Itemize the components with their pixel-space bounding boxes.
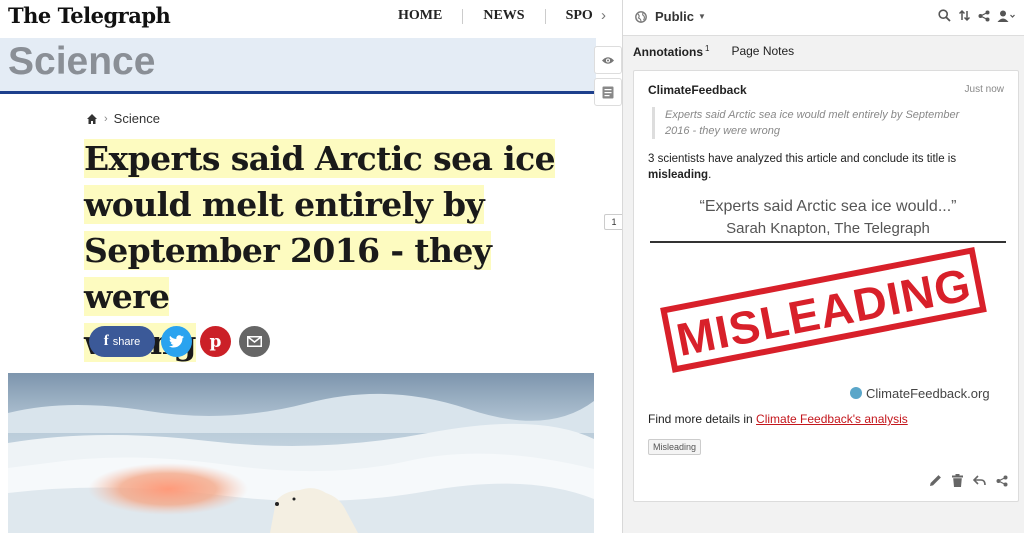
details-line: Find more details in Climate Feedback's … bbox=[648, 412, 908, 426]
section-banner: Science bbox=[0, 38, 596, 94]
nav-divider bbox=[462, 8, 464, 24]
analysis-link[interactable]: Climate Feedback's analysis bbox=[756, 412, 908, 426]
share-icon[interactable] bbox=[996, 475, 1008, 487]
annotation-quote[interactable]: Experts said Arctic sea ice would melt e… bbox=[652, 107, 982, 139]
annotation-author[interactable]: ClimateFeedback bbox=[648, 83, 747, 97]
facebook-share-button[interactable]: f share bbox=[89, 326, 155, 357]
misleading-stamp: MISLEADING bbox=[660, 246, 987, 373]
sort-icon[interactable] bbox=[958, 9, 971, 22]
group-selector[interactable]: Public ▼ bbox=[635, 9, 706, 24]
page-notes-icon bbox=[602, 86, 614, 98]
annotation-card[interactable]: ClimateFeedback Just now Experts said Ar… bbox=[633, 70, 1019, 502]
email-share-button[interactable] bbox=[239, 326, 270, 357]
sidebar-tabs: Annotations 1 Page Notes bbox=[633, 44, 816, 59]
site-header: The Telegraph HOME NEWS SPO bbox=[0, 0, 596, 38]
pinterest-share-button[interactable]: p bbox=[200, 326, 231, 357]
article-page: The Telegraph HOME NEWS SPO Science › Sc… bbox=[0, 0, 596, 533]
headline-line: would melt entirely by bbox=[84, 185, 485, 224]
chevron-down-icon: ▼ bbox=[698, 12, 706, 21]
breadcrumb: › Science bbox=[86, 111, 160, 126]
section-title[interactable]: Science bbox=[8, 40, 155, 84]
tab-label: Annotations bbox=[633, 45, 703, 59]
climate-feedback-verdict-image: “Experts said Arctic sea ice would...” S… bbox=[650, 198, 1006, 401]
facebook-share-label: share bbox=[112, 335, 141, 348]
breadcrumb-separator: › bbox=[104, 112, 108, 125]
climate-feedback-logo-icon bbox=[850, 387, 862, 399]
facebook-icon: f bbox=[103, 333, 109, 349]
image-brand: ClimateFeedback.org bbox=[866, 386, 990, 401]
polar-bear-photo bbox=[8, 373, 594, 533]
breadcrumb-item-science[interactable]: Science bbox=[114, 111, 160, 126]
annotation-sidebar: Public ▼ Annotations 1 Page Notes Climat… bbox=[622, 0, 1024, 533]
details-text: Find more details in bbox=[648, 412, 757, 426]
sidebar-toolbar: Public ▼ bbox=[623, 0, 1024, 36]
image-rule bbox=[650, 241, 1006, 243]
headline-line: September 2016 - they were bbox=[84, 231, 492, 316]
nav-divider bbox=[544, 8, 546, 24]
stamp-text: MISLEADING bbox=[672, 258, 975, 366]
globe-icon bbox=[635, 10, 647, 23]
search-icon[interactable] bbox=[938, 9, 951, 22]
annotation-body-end: . bbox=[708, 169, 712, 181]
tab-page-notes[interactable]: Page Notes bbox=[731, 44, 794, 59]
share-icon[interactable] bbox=[978, 10, 990, 22]
sidebar-toolbar-icons bbox=[931, 9, 1015, 22]
annotation-count-bucket[interactable]: 1 bbox=[604, 214, 624, 230]
annotation-body-verdict: misleading bbox=[648, 169, 709, 181]
twitter-share-button[interactable] bbox=[161, 326, 192, 357]
nav-item-news[interactable]: NEWS bbox=[483, 8, 524, 24]
new-page-note-button[interactable] bbox=[594, 78, 622, 106]
social-share-bar: f share p bbox=[89, 326, 278, 357]
main-nav: HOME NEWS SPO bbox=[398, 8, 593, 24]
toggle-highlights-button[interactable] bbox=[594, 46, 622, 74]
site-logo[interactable]: The Telegraph bbox=[8, 3, 171, 28]
home-icon[interactable] bbox=[86, 113, 98, 125]
annotation-body-text: 3 scientists have analyzed this article … bbox=[648, 153, 957, 165]
tab-count: 1 bbox=[705, 44, 710, 53]
delete-icon[interactable] bbox=[952, 474, 963, 487]
twitter-bird-icon bbox=[169, 335, 184, 348]
annotation-actions bbox=[919, 474, 1008, 487]
chevron-right-icon[interactable]: › bbox=[601, 7, 606, 24]
annotation-timestamp[interactable]: Just now bbox=[965, 84, 1004, 95]
image-byline: Sarah Knapton, The Telegraph bbox=[726, 220, 930, 237]
user-icon[interactable] bbox=[997, 10, 1015, 22]
annotation-body: 3 scientists have analyzed this article … bbox=[648, 151, 998, 183]
pinterest-icon: p bbox=[209, 331, 222, 352]
group-name: Public bbox=[655, 9, 695, 24]
browser-view: The Telegraph HOME NEWS SPO Science › Sc… bbox=[0, 0, 1024, 533]
envelope-icon bbox=[247, 336, 262, 347]
headline-line: Experts said Arctic sea ice bbox=[84, 139, 556, 178]
eye-icon bbox=[602, 56, 614, 64]
tab-label: Page Notes bbox=[731, 44, 795, 58]
image-quote-line: “Experts said Arctic sea ice would...” bbox=[700, 198, 957, 215]
nav-item-sport[interactable]: SPO bbox=[566, 8, 593, 24]
nav-item-home[interactable]: HOME bbox=[398, 8, 442, 24]
reply-icon[interactable] bbox=[973, 475, 986, 486]
edit-icon[interactable] bbox=[929, 474, 942, 487]
tab-annotations[interactable]: Annotations 1 bbox=[633, 44, 709, 59]
tag-misleading[interactable]: Misleading bbox=[648, 439, 702, 455]
